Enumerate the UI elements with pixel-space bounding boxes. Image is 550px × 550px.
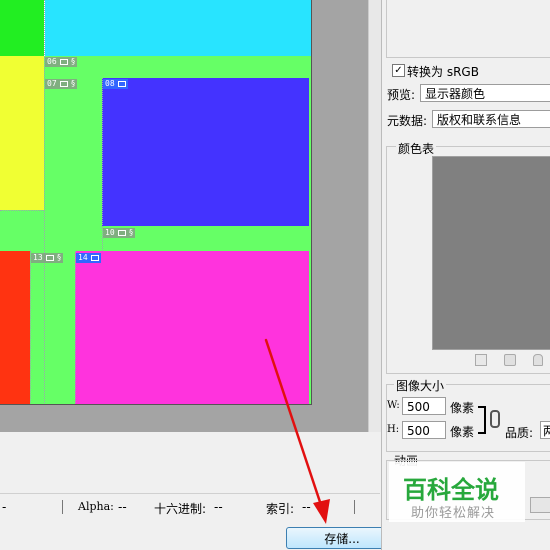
image-canvas[interactable]: 06 § 07 § 08 10 § 13 § 14 [0, 0, 312, 405]
watermark-subtitle: 助你轻松解决 [411, 506, 496, 521]
status-bar: - Alpha: -- 十六进制: -- 索引: -- [0, 493, 380, 520]
slice-green-topleft[interactable] [0, 0, 44, 56]
lock-icon[interactable] [533, 354, 543, 366]
image-size-group [386, 384, 550, 452]
link-icon: § [56, 253, 62, 262]
slice-guide [102, 78, 103, 251]
quality-label: 品质: [505, 426, 534, 440]
slice-yellow[interactable] [0, 56, 44, 210]
slice-label-10: 10 § [103, 228, 136, 238]
height-input[interactable]: 500 [402, 421, 446, 439]
width-label: W: [387, 400, 400, 411]
slice-label-08: 08 [103, 79, 128, 89]
animation-scrollbar[interactable] [530, 497, 550, 513]
chain-link-icon[interactable] [490, 410, 500, 428]
image-size-label: 图像大小 [394, 377, 447, 394]
alpha-label: Alpha: [78, 500, 114, 513]
mail-icon [45, 255, 54, 261]
slice-guide [75, 251, 76, 405]
map-transparency-icon[interactable] [475, 354, 487, 366]
mail-icon [117, 230, 126, 236]
watermark: 百科全说 助你轻松解决 [389, 462, 525, 522]
status-left-value: - [2, 500, 7, 514]
mail-icon [59, 59, 68, 65]
mail-icon [117, 81, 126, 87]
slice-13[interactable] [30, 251, 75, 405]
save-button-label: 存储... [324, 532, 360, 546]
metadata-select[interactable]: 版权和联系信息 [432, 110, 550, 128]
slice-label-07: 07 § [45, 79, 78, 89]
slice-06[interactable] [44, 56, 312, 78]
index-label: 索引: [266, 502, 295, 516]
format-settings-group [386, 0, 550, 58]
slice-07[interactable] [44, 78, 102, 226]
slice-label-13: 13 § [31, 253, 64, 263]
link-icon: § [70, 79, 76, 88]
quality-select[interactable]: 两 [540, 421, 550, 439]
preview-label: 预览: [387, 88, 416, 102]
alpha-value: -- [118, 500, 127, 514]
color-table-label: 颜色表 [396, 140, 437, 157]
preview-area: 06 § 07 § 08 10 § 13 § 14 [0, 0, 368, 432]
metadata-label: 元数据: [387, 114, 428, 128]
slice-cyan-top[interactable] [45, 0, 312, 56]
slice-08-blue[interactable] [102, 78, 309, 226]
watermark-title: 百科全说 [403, 476, 499, 504]
slice-guide [0, 210, 44, 211]
color-table-swatches[interactable] [432, 156, 550, 350]
mail-icon [90, 255, 99, 261]
slice-green-midleft[interactable] [0, 210, 44, 251]
mail-icon [59, 81, 68, 87]
slice-label-06: 06 § [45, 57, 78, 67]
index-value: -- [302, 500, 311, 514]
height-unit: 像素 [450, 425, 475, 439]
slice-red[interactable] [0, 251, 30, 405]
height-label: H: [387, 424, 400, 435]
width-input[interactable]: 500 [402, 397, 446, 415]
constrain-bracket [478, 406, 486, 434]
width-unit: 像素 [450, 401, 475, 415]
slice-guide [30, 251, 31, 405]
link-icon: § [70, 57, 76, 66]
slice-label-14: 14 [76, 253, 101, 263]
convert-srgb-label: 转换为 sRGB [407, 65, 479, 79]
hex-value: -- [214, 500, 223, 514]
hex-label: 十六进制: [154, 502, 207, 516]
vertical-scrollbar[interactable] [368, 0, 381, 432]
link-icon: § [128, 228, 134, 237]
slice-14-magenta[interactable] [75, 251, 309, 405]
slice-10[interactable] [44, 226, 312, 251]
preview-select[interactable]: 显示器颜色 [420, 84, 550, 102]
convert-srgb-checkbox[interactable]: ✓ [392, 64, 405, 77]
cube-icon[interactable] [504, 354, 516, 366]
